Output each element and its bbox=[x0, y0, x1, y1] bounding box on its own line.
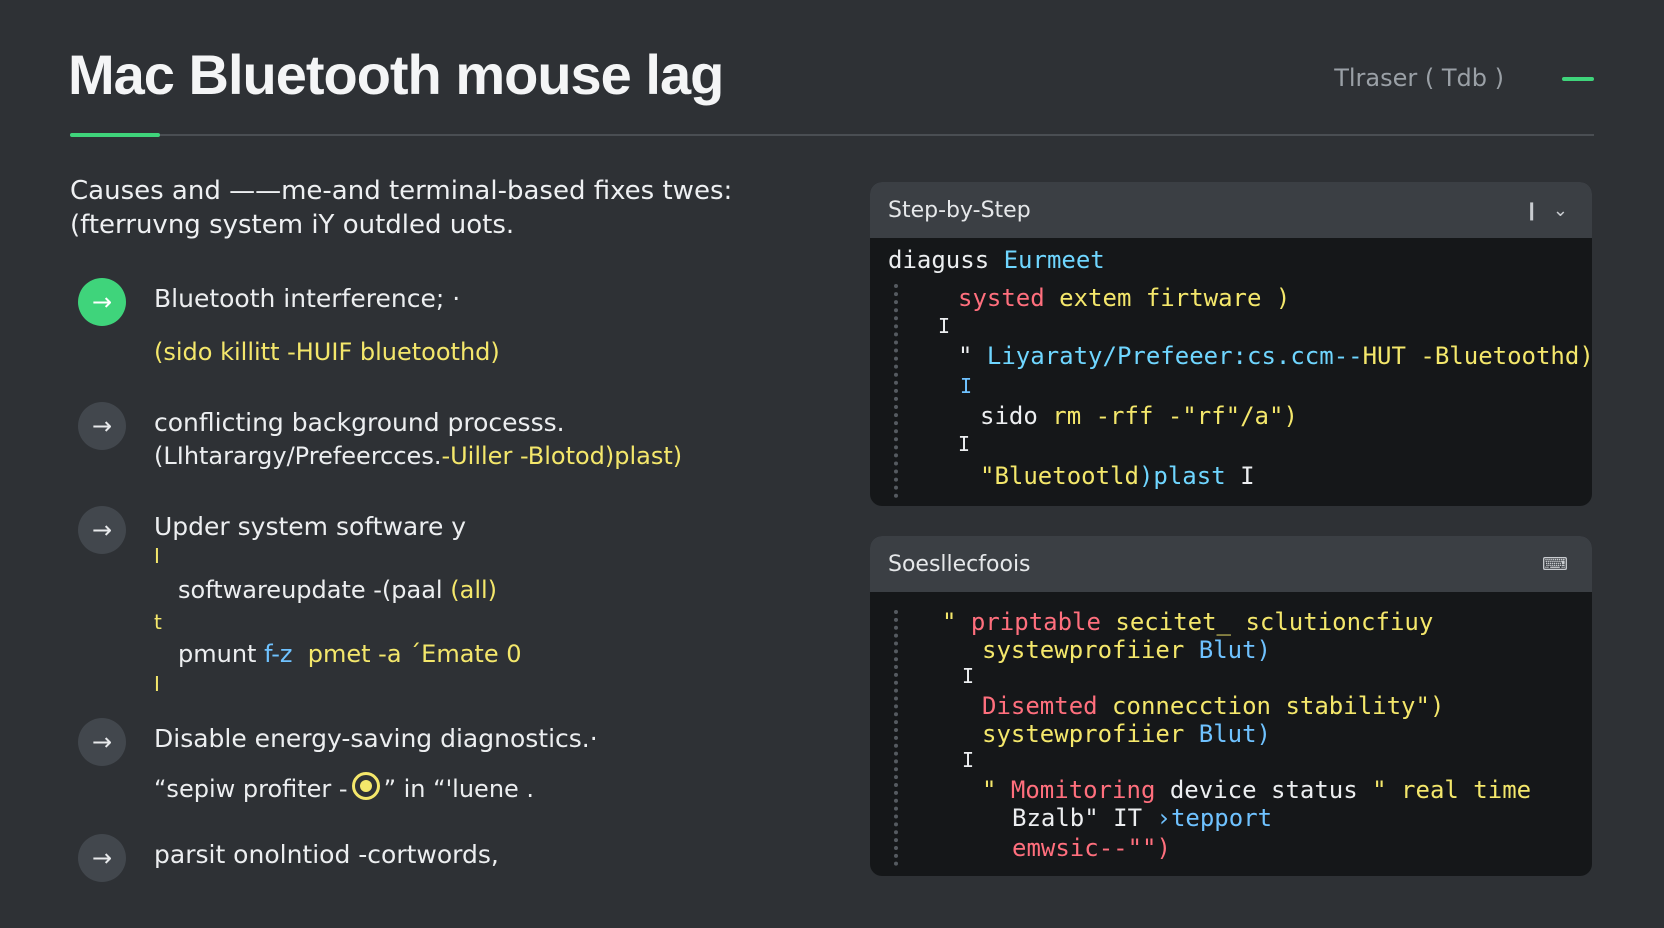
terminal-icon[interactable]: ⌨ bbox=[1542, 554, 1568, 575]
step-2-command: (LIhtarargy/Prefeercces.-Uiller -Blotod)… bbox=[154, 442, 682, 470]
target-icon bbox=[351, 772, 380, 800]
arrow-right-icon[interactable]: → bbox=[78, 834, 126, 882]
step-3-marker-1: I bbox=[154, 544, 160, 568]
step-2-label: conflicting background processs. bbox=[154, 408, 565, 437]
code-token: Momitoring bbox=[1010, 776, 1156, 804]
code-token: Liyaraty/Prefeeer:cs.ccm-- bbox=[986, 342, 1363, 370]
arrow-right-icon[interactable]: → bbox=[78, 718, 126, 766]
step-3-command-2-flag: f-z bbox=[264, 640, 293, 668]
step-3-command-1: softwareupdate -(paal (all) bbox=[178, 576, 497, 604]
code-token: secitet_ sclutioncfiuy bbox=[1115, 608, 1434, 636]
code-gutter bbox=[894, 284, 906, 498]
suggestions-panel: Soesllecfoois ⌨ " priptable secitet_ scl… bbox=[870, 536, 1592, 876]
pause-icon[interactable]: ❙ bbox=[1524, 200, 1539, 221]
code-token: firtware ) bbox=[1145, 284, 1291, 312]
step-3-label: Upder system software y bbox=[154, 512, 467, 541]
code-line: sido rm -rff -"rf"/a") bbox=[980, 402, 1298, 430]
panel-1-title: Step-by-Step bbox=[888, 197, 1031, 223]
code-token: systewprofiier bbox=[982, 636, 1185, 664]
header-tab-label[interactable]: Tlraser ( Tdb ) bbox=[1334, 64, 1504, 92]
code-line: " Momitoring device status " real time bbox=[982, 776, 1531, 804]
intro-line-2: (fterruvng system iY outdled uots. bbox=[70, 210, 515, 240]
code-token: Eurmeet bbox=[1003, 246, 1105, 274]
arrow-right-icon[interactable]: → bbox=[78, 506, 126, 554]
code-token: I bbox=[1240, 462, 1255, 490]
panel-2-code: " priptable secitet_ sclutioncfiuy syste… bbox=[870, 592, 1592, 876]
code-token: stability") bbox=[1285, 692, 1445, 720]
code-token: " real time bbox=[1372, 776, 1532, 804]
step-5-label: parsit onolntiod -cortwords, bbox=[154, 840, 499, 869]
code-line: "Bluetootld)plast I bbox=[980, 462, 1255, 490]
code-gutter bbox=[894, 610, 906, 866]
code-token: Blut) bbox=[1198, 636, 1271, 664]
panel-1-code: diaguss Eurmeet systed extem firtware ) … bbox=[870, 238, 1592, 506]
code-marker: I bbox=[962, 748, 975, 772]
step-3-marker-3: I bbox=[154, 672, 160, 696]
panel-1-header: Step-by-Step ❙ ⌄ bbox=[870, 182, 1592, 238]
code-token: Blut) bbox=[1198, 720, 1271, 748]
code-marker: I bbox=[938, 314, 951, 338]
code-token: extem bbox=[1059, 284, 1132, 312]
code-token: Disemted bbox=[982, 692, 1098, 720]
step-3-marker-2: t bbox=[154, 610, 162, 634]
collapse-icon[interactable]: ⌄ bbox=[1553, 200, 1568, 221]
code-token: priptable bbox=[970, 608, 1101, 636]
panel-2-title: Soesllecfoois bbox=[888, 551, 1031, 577]
step-3-command-1-main: softwareupdate -(paal bbox=[178, 576, 443, 604]
step-1-label: Bluetooth interference; · bbox=[154, 284, 461, 313]
intro-text: Causes and ——me-and terminal-based fixes… bbox=[70, 174, 790, 242]
code-marker: I bbox=[962, 664, 975, 688]
code-line: systewprofiier Blut) bbox=[982, 636, 1271, 664]
step-2-command-path: (LIhtarargy/Prefeercces. bbox=[154, 442, 442, 470]
step-4-command-a: “sepiw profiter - bbox=[154, 775, 348, 803]
code-marker: I bbox=[958, 432, 971, 456]
code-token: sido bbox=[980, 402, 1038, 430]
code-line: systed extem firtware ) bbox=[958, 284, 1290, 312]
code-token: systewprofiier bbox=[982, 720, 1185, 748]
page-title: Mac Bluetooth mouse lag bbox=[68, 43, 724, 106]
step-4-command: “sepiw profiter - ” in “'luene . bbox=[154, 772, 534, 803]
step-4-command-b: ” in “'luene . bbox=[383, 775, 535, 803]
code-token: rm -rff -"rf"/a") bbox=[1052, 402, 1298, 430]
code-token: systed bbox=[958, 284, 1045, 312]
code-token: diaguss bbox=[888, 246, 990, 274]
step-1-command: (sido killitt -HUIF bluetoothd) bbox=[154, 338, 500, 366]
step-by-step-panel: Step-by-Step ❙ ⌄ diaguss Eurmeet systed … bbox=[870, 182, 1592, 506]
code-token: Bzalb" IT bbox=[1012, 804, 1143, 832]
header-divider bbox=[70, 134, 1594, 136]
code-token: " bbox=[982, 776, 997, 804]
step-2-command-args: -Uiller -Blotod)plast) bbox=[441, 442, 683, 470]
step-4-label: Disable energy-saving diagnostics.· bbox=[154, 724, 598, 753]
code-token: connecction bbox=[1112, 692, 1271, 720]
step-3-command-2: pmunt f-z pmet -a ´Emate 0 bbox=[178, 640, 522, 668]
code-line: " Liyaraty/Prefeeer:cs.ccm--HUT -Bluetoo… bbox=[958, 342, 1592, 370]
header-accent-bar bbox=[1562, 77, 1594, 81]
step-3-command-2-rest: pmet -a ´Emate 0 bbox=[307, 640, 522, 668]
code-token: " bbox=[942, 608, 957, 636]
arrow-right-icon[interactable]: → bbox=[78, 402, 126, 450]
step-3-command-1-arg: (all) bbox=[450, 576, 498, 604]
panel-2-header: Soesllecfoois ⌨ bbox=[870, 536, 1592, 592]
code-marker: I bbox=[960, 374, 973, 398]
code-token: device status bbox=[1169, 776, 1358, 804]
code-token: "Bluetootld bbox=[980, 462, 1139, 490]
arrow-right-icon[interactable]: → bbox=[78, 278, 126, 326]
code-token: ›tepport bbox=[1156, 804, 1273, 832]
step-3-command-2-main: pmunt bbox=[178, 640, 257, 668]
code-token: HUT -Bluetoothd) bbox=[1362, 342, 1592, 370]
code-line: diaguss Eurmeet bbox=[888, 246, 1105, 274]
header-divider-accent bbox=[70, 133, 160, 137]
code-line: emwsic--"") bbox=[1012, 834, 1171, 862]
code-token: " bbox=[958, 342, 973, 370]
code-line: Bzalb" IT ›tepport bbox=[1012, 804, 1272, 832]
intro-line-1: Causes and ——me-and terminal-based fixes… bbox=[70, 176, 733, 206]
code-token: )plast bbox=[1138, 462, 1226, 490]
code-line: " priptable secitet_ sclutioncfiuy bbox=[942, 608, 1433, 636]
code-line: systewprofiier Blut) bbox=[982, 720, 1271, 748]
code-line: Disemted connecction stability") bbox=[982, 692, 1444, 720]
